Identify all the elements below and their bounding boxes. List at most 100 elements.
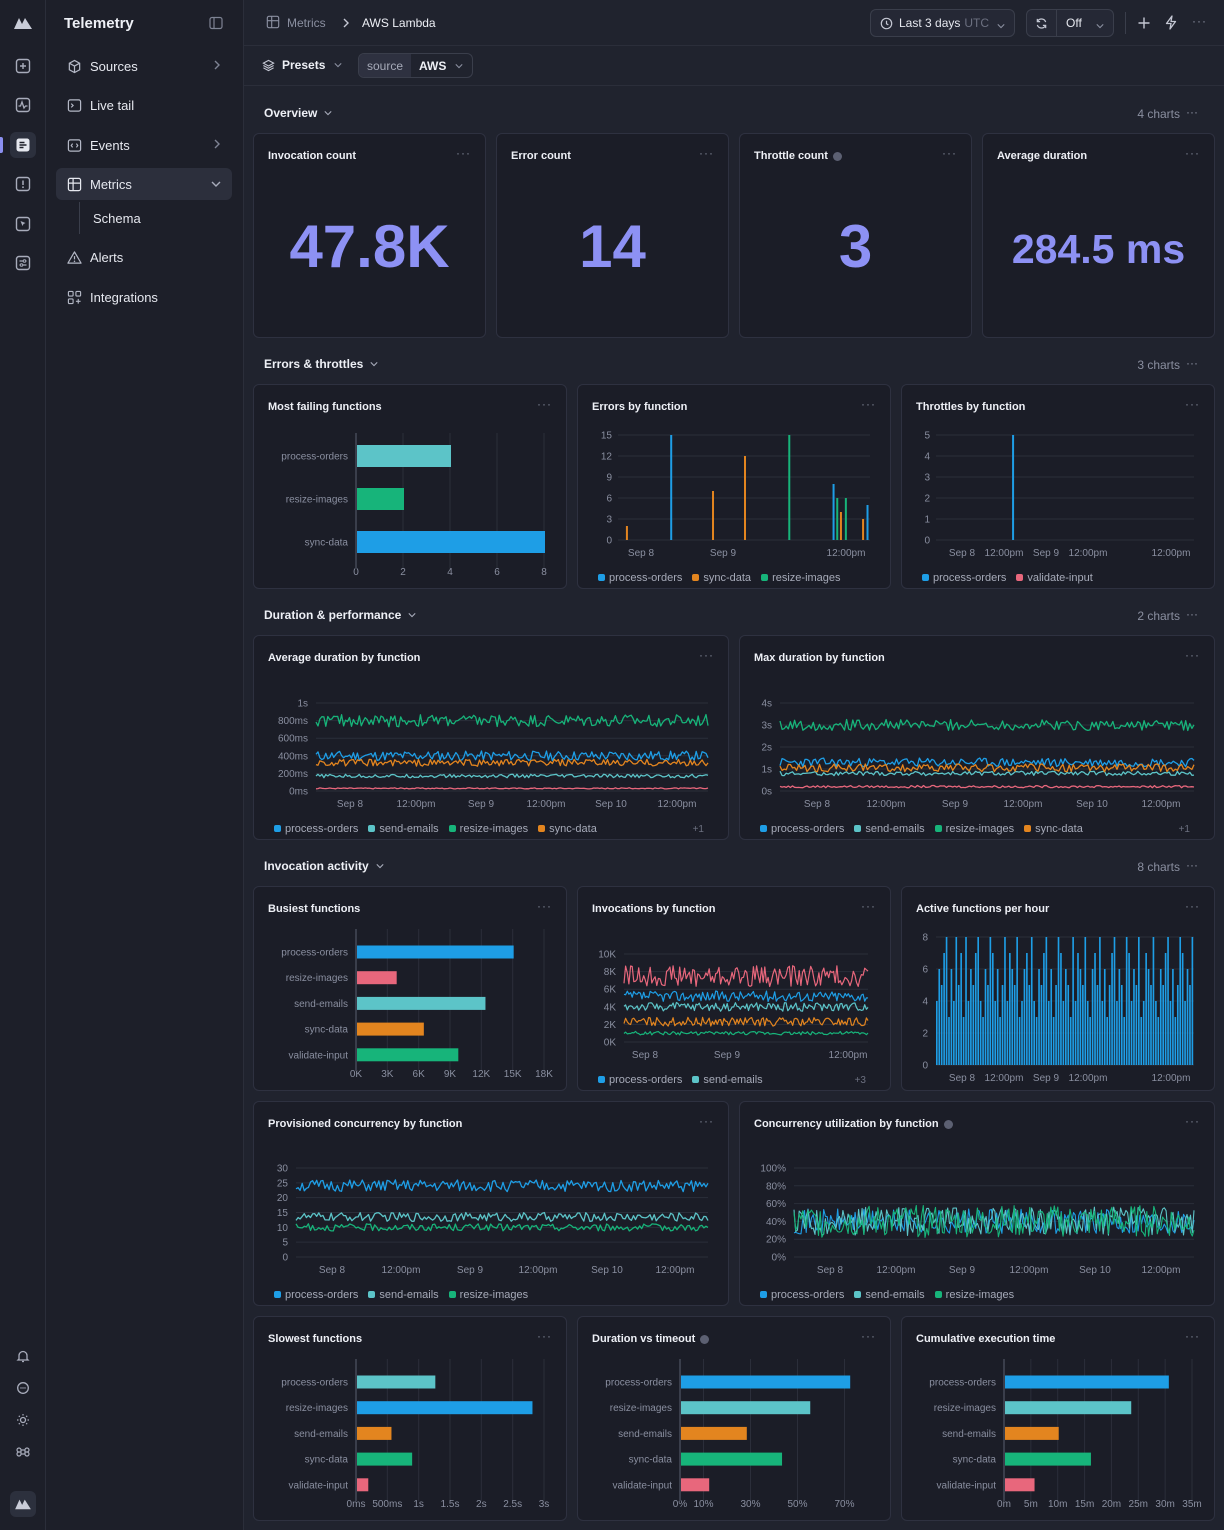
command-icon[interactable] (10, 1439, 36, 1465)
section-errors-throttles[interactable]: Errors & throttles (264, 357, 379, 371)
legend-item[interactable]: process-orders (922, 572, 1006, 584)
section-overview[interactable]: Overview (264, 106, 333, 120)
chart-errors-by-function: 0 3 6 9 12 15 Sep 8 Sep 9 12:00pm (601, 431, 870, 559)
logs-icon[interactable] (10, 132, 36, 158)
info-icon[interactable] (832, 151, 842, 161)
refresh-control[interactable]: Off (1026, 9, 1114, 37)
card-duration-vs-timeout[interactable]: Duration vs timeout ··· 0% 10% 30% 50% 70% pr… (577, 1316, 891, 1521)
legend-item[interactable]: process-orders (760, 1289, 844, 1301)
sliders-icon[interactable] (10, 250, 36, 276)
bar (1167, 937, 1169, 1065)
bar (836, 498, 839, 540)
legend-item[interactable]: process-orders (598, 572, 682, 584)
section-count: 3 charts (1137, 358, 1180, 372)
stat-card-error-count[interactable]: Error count ··· 14 (496, 133, 729, 338)
section-duration-performance[interactable]: Duration & performance (264, 608, 417, 622)
legend-item[interactable]: resize-images (934, 1289, 1014, 1301)
sidebar-item-alerts[interactable]: Alerts (56, 241, 232, 273)
bar (1091, 969, 1094, 1065)
legend-more[interactable]: +1 (1179, 824, 1190, 835)
card-slowest-functions[interactable]: Slowest functions ··· 0ms 500ms 1s 1.5s 2s 2.… (253, 1316, 567, 1521)
chevron-down-icon (1095, 19, 1105, 33)
more-icon[interactable]: ··· (1186, 607, 1198, 621)
card-most-failing[interactable]: Most failing functions ··· 0 2 4 6 8 process-… (253, 384, 567, 589)
sidebar-item-sources[interactable]: Sources (56, 50, 232, 82)
sidebar-item-integrations[interactable]: Integrations (56, 281, 232, 313)
lightning-icon[interactable] (1164, 15, 1178, 35)
legend-item[interactable]: resize-images (448, 823, 528, 835)
stat-card-throttle-count[interactable]: Throttle count ··· 3 (739, 133, 972, 338)
time-range-picker[interactable]: Last 3 days UTC (870, 9, 1015, 37)
more-icon[interactable]: ··· (699, 146, 714, 160)
legend-label: send-emails (703, 1074, 763, 1086)
legend-item[interactable]: process-orders (274, 823, 358, 835)
legend-item[interactable]: sync-data (538, 823, 597, 835)
legend-item[interactable]: process-orders (598, 1074, 682, 1086)
legend-item[interactable]: sync-data (692, 572, 751, 584)
bar (1013, 985, 1016, 1065)
legend-item[interactable]: send-emails (368, 823, 439, 835)
bar (357, 1401, 533, 1415)
workspace-logo-icon[interactable] (10, 1491, 36, 1517)
bell-icon[interactable] (10, 1343, 36, 1369)
plus-square-icon[interactable] (10, 53, 36, 79)
sidebar-item-schema[interactable]: Schema (83, 202, 232, 234)
card-busiest-functions[interactable]: Busiest functions ··· 0K 3K 6K 9K 12K 15K 18K p… (253, 886, 567, 1091)
legend-label: send-emails (865, 1289, 925, 1301)
chat-icon[interactable] (10, 1375, 36, 1401)
legend-item[interactable]: resize-images (448, 1289, 528, 1301)
card-active-functions[interactable]: Active functions per hour ··· 0 2 4 6 8 Sep 8… (901, 886, 1215, 1091)
legend-item[interactable]: process-orders (760, 823, 844, 835)
more-icon[interactable]: ··· (1192, 14, 1207, 28)
legend-item[interactable]: resize-images (934, 823, 1014, 835)
legend-swatch (448, 825, 456, 832)
stat-card-invocation-count[interactable]: Invocation count ··· 47.8K (253, 133, 486, 338)
card-provisioned-concurrency[interactable]: Provisioned concurrency by function ··· … (253, 1101, 729, 1306)
sidebar-collapse-icon[interactable] (209, 16, 223, 35)
more-icon[interactable]: ··· (942, 146, 957, 160)
card-throttles-by-function[interactable]: Throttles by function ··· 0 1 2 3 4 5 Sep 8 12:… (901, 384, 1215, 589)
legend-item[interactable]: send-emails (692, 1074, 763, 1086)
more-icon[interactable]: ··· (1185, 146, 1200, 160)
legend-more[interactable]: +1 (693, 824, 704, 835)
alert-square-icon[interactable] (10, 171, 36, 197)
card-average-duration[interactable]: Average duration by function ··· 0ms 200m… (253, 635, 729, 840)
plus-icon[interactable] (1137, 16, 1151, 35)
section-invocation-activity[interactable]: Invocation activity (264, 859, 385, 873)
icon-rail (0, 0, 46, 1530)
sidebar-item-live-tail[interactable]: Live tail (56, 89, 232, 121)
legend-item[interactable]: validate-input (1016, 572, 1093, 584)
more-icon[interactable]: ··· (1186, 105, 1198, 119)
refresh-icon[interactable] (1027, 10, 1057, 36)
more-icon[interactable]: ··· (1186, 858, 1198, 872)
y-tick-label: 12 (601, 452, 613, 463)
source-filter[interactable]: source AWS (358, 53, 474, 78)
legend-item[interactable]: send-emails (854, 823, 925, 835)
more-icon[interactable]: ··· (1186, 356, 1198, 370)
x-tick-label: 12:00pm (382, 1265, 421, 1276)
sidebar-item-events[interactable]: Events (56, 129, 232, 161)
card-errors-by-function[interactable]: Errors by function ··· 0 3 6 9 12 15 Sep 8 Sep … (577, 384, 891, 589)
cursor-square-icon[interactable] (10, 211, 36, 237)
presets-button[interactable]: Presets (262, 58, 343, 72)
legend-more[interactable]: +3 (855, 1075, 866, 1086)
legend-item[interactable]: process-orders (274, 1289, 358, 1301)
more-icon[interactable]: ··· (456, 146, 471, 160)
stat-card-average-duration[interactable]: Average duration ··· 284.5 ms (982, 133, 1215, 338)
breadcrumb-metrics[interactable]: Metrics (287, 16, 326, 30)
y-tick-label: 15 (277, 1208, 289, 1219)
x-tick-label: 5m (1024, 1499, 1038, 1510)
card-cumulative-execution[interactable]: Cumulative execution time ··· 0m 5m 10m 15m… (901, 1316, 1215, 1521)
sidebar-item-metrics[interactable]: Metrics (56, 168, 232, 200)
legend-item[interactable]: resize-images (761, 572, 841, 584)
logo-icon[interactable] (10, 10, 36, 36)
card-concurrency-utilization[interactable]: Concurrency utilization by function ··· … (739, 1101, 1215, 1306)
card-invocations-by-function[interactable]: Invocations by function ··· 0K 2K 4K 6K 8K 10… (577, 886, 891, 1091)
code-icon (66, 137, 82, 153)
legend-item[interactable]: send-emails (854, 1289, 925, 1301)
sun-icon[interactable] (10, 1407, 36, 1433)
card-max-duration[interactable]: Max duration by function ··· 0s 1s 2s 3s 4s S… (739, 635, 1215, 840)
legend-item[interactable]: send-emails (368, 1289, 439, 1301)
legend-item[interactable]: sync-data (1024, 823, 1083, 835)
activity-icon[interactable] (10, 92, 36, 118)
